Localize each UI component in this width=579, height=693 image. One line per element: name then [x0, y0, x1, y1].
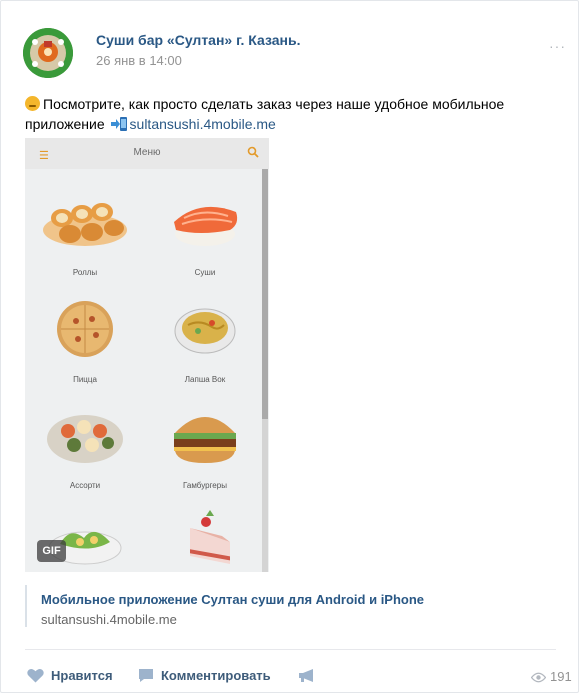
author-avatar[interactable] — [23, 28, 73, 78]
avatar-logo-icon — [23, 28, 73, 78]
pizza-image-icon — [57, 301, 113, 357]
comment-icon — [139, 669, 153, 682]
views-counter: 191 — [531, 669, 572, 684]
views-count: 191 — [550, 669, 572, 684]
category-label: Гамбургеры — [183, 481, 227, 490]
sushi-image-icon — [174, 206, 238, 246]
search-icon — [247, 146, 259, 158]
comment-button[interactable]: Комментировать — [138, 668, 271, 683]
gif-badge: GIF — [37, 540, 66, 562]
more-options-icon[interactable]: ··· — [549, 38, 566, 54]
category-wok-noodles: Лапша Вок — [150, 295, 260, 395]
mobile-phone-arrow-icon — [110, 117, 127, 131]
category-sushi: Суши — [150, 188, 260, 288]
dessert-image-icon — [190, 510, 230, 564]
link-snippet-url[interactable]: sultansushi.4mobile.me — [41, 612, 177, 627]
category-desserts — [150, 508, 260, 572]
actions-divider — [25, 649, 556, 650]
category-pizza: Пицца — [30, 295, 140, 395]
post-text: Посмотрите, как просто сделать заказ чер… — [25, 94, 545, 134]
post-author-name[interactable]: Суши бар «Султан» г. Казань. — [96, 32, 301, 48]
gif-preview[interactable]: ☰ Меню Роллы Суши Пицца Лапша Вок Ассорт… — [25, 138, 269, 572]
rolls-image-icon — [43, 203, 127, 246]
category-label: Ассорти — [69, 481, 101, 490]
category-rolls: Роллы — [30, 188, 140, 288]
category-label: Лапша Вок — [184, 375, 226, 384]
link-snippet-title[interactable]: Мобильное приложение Султан суши для And… — [41, 592, 461, 607]
heart-icon — [27, 668, 44, 683]
megaphone-icon — [299, 669, 313, 682]
app-menu-title: Меню — [133, 147, 161, 158]
post-date[interactable]: 26 янв в 14:00 — [96, 53, 182, 68]
eye-icon — [531, 672, 546, 683]
category-burgers: Гамбургеры — [150, 401, 260, 501]
category-label: Пицца — [73, 375, 97, 384]
wok-noodles-image-icon — [174, 308, 236, 354]
category-assorti: Ассорти — [30, 401, 140, 501]
category-label: Суши — [194, 268, 216, 277]
burger-image-icon — [174, 417, 236, 463]
assorti-image-icon — [47, 415, 123, 463]
gif-scrollbar-thumb — [262, 169, 268, 419]
like-button[interactable]: Нравится — [27, 668, 113, 683]
category-label: Роллы — [72, 268, 98, 277]
wink-emoji-icon — [25, 96, 40, 111]
link-snippet[interactable]: Мобильное приложение Султан суши для And… — [25, 585, 424, 627]
comment-button-label: Комментировать — [161, 668, 271, 683]
post-inline-link[interactable]: sultansushi.4mobile.me — [130, 116, 276, 132]
share-button[interactable] — [298, 668, 323, 683]
like-button-label: Нравится — [51, 668, 113, 683]
wall-post: Суши бар «Султан» г. Казань. 26 янв в 14… — [0, 0, 579, 693]
